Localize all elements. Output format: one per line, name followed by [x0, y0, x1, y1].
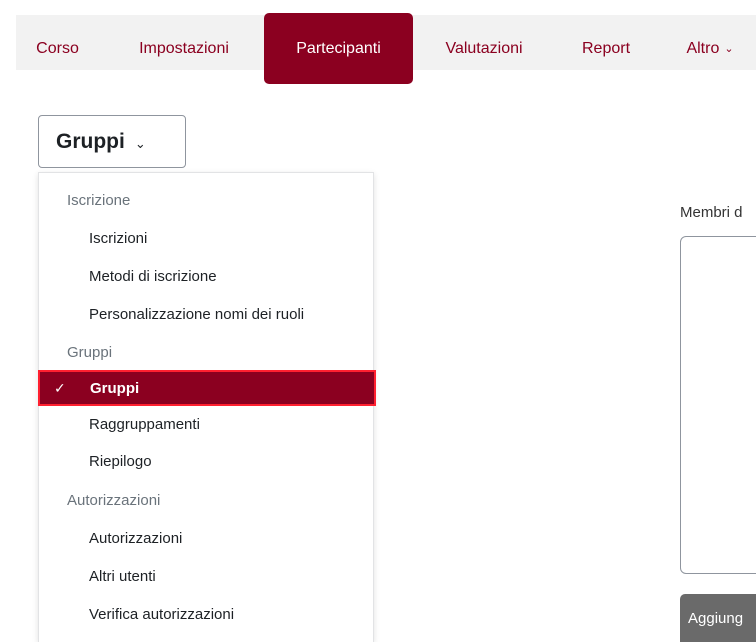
- chevron-down-icon: ⌄: [724, 43, 734, 55]
- group-members-label: Membri d: [680, 204, 743, 221]
- navigation-dropdown-menu: Iscrizione Iscrizioni Metodi di iscrizio…: [38, 172, 376, 642]
- check-icon: ✓: [54, 380, 66, 396]
- tab-report[interactable]: Report: [556, 13, 656, 84]
- tertiary-navigation-select[interactable]: Gruppi ⌄: [38, 115, 186, 168]
- tab-corso[interactable]: Corso: [16, 13, 99, 84]
- course-navbar: Corso Impostazioni Partecipanti Valutazi…: [0, 0, 756, 84]
- menu-item-label: Gruppi: [90, 379, 140, 397]
- menu-item-personalizzazione-ruoli[interactable]: Personalizzazione nomi dei ruoli: [39, 296, 375, 332]
- menu-heading-iscrizione: Iscrizione: [67, 191, 131, 209]
- menu-item-raggruppamenti[interactable]: Raggruppamenti: [39, 406, 375, 442]
- add-remove-users-button[interactable]: Aggiung: [680, 594, 756, 642]
- menu-item-riepilogo[interactable]: Riepilogo: [39, 443, 375, 479]
- chevron-down-icon: ⌄: [134, 135, 146, 151]
- menu-item-gruppi[interactable]: ✓ Gruppi: [38, 370, 376, 406]
- menu-item-iscrizioni[interactable]: Iscrizioni: [39, 220, 375, 256]
- menu-heading-gruppi: Gruppi: [67, 343, 113, 361]
- menu-heading-autorizzazioni: Autorizzazioni: [67, 491, 161, 509]
- tab-valutazioni[interactable]: Valutazioni: [420, 13, 548, 84]
- tab-impostazioni[interactable]: Impostazioni: [112, 13, 256, 84]
- menu-item-metodi-iscrizione[interactable]: Metodi di iscrizione: [39, 258, 375, 294]
- tab-partecipanti[interactable]: Partecipanti: [264, 13, 413, 84]
- menu-item-autorizzazioni[interactable]: Autorizzazioni: [39, 520, 375, 556]
- selected-page-label: Gruppi: [56, 129, 125, 153]
- tab-altro[interactable]: Altro ⌄: [664, 13, 756, 84]
- menu-item-verifica-autorizzazioni[interactable]: Verifica autorizzazioni: [39, 596, 375, 632]
- group-members-listbox[interactable]: [680, 236, 756, 574]
- menu-item-altri-utenti[interactable]: Altri utenti: [39, 558, 375, 594]
